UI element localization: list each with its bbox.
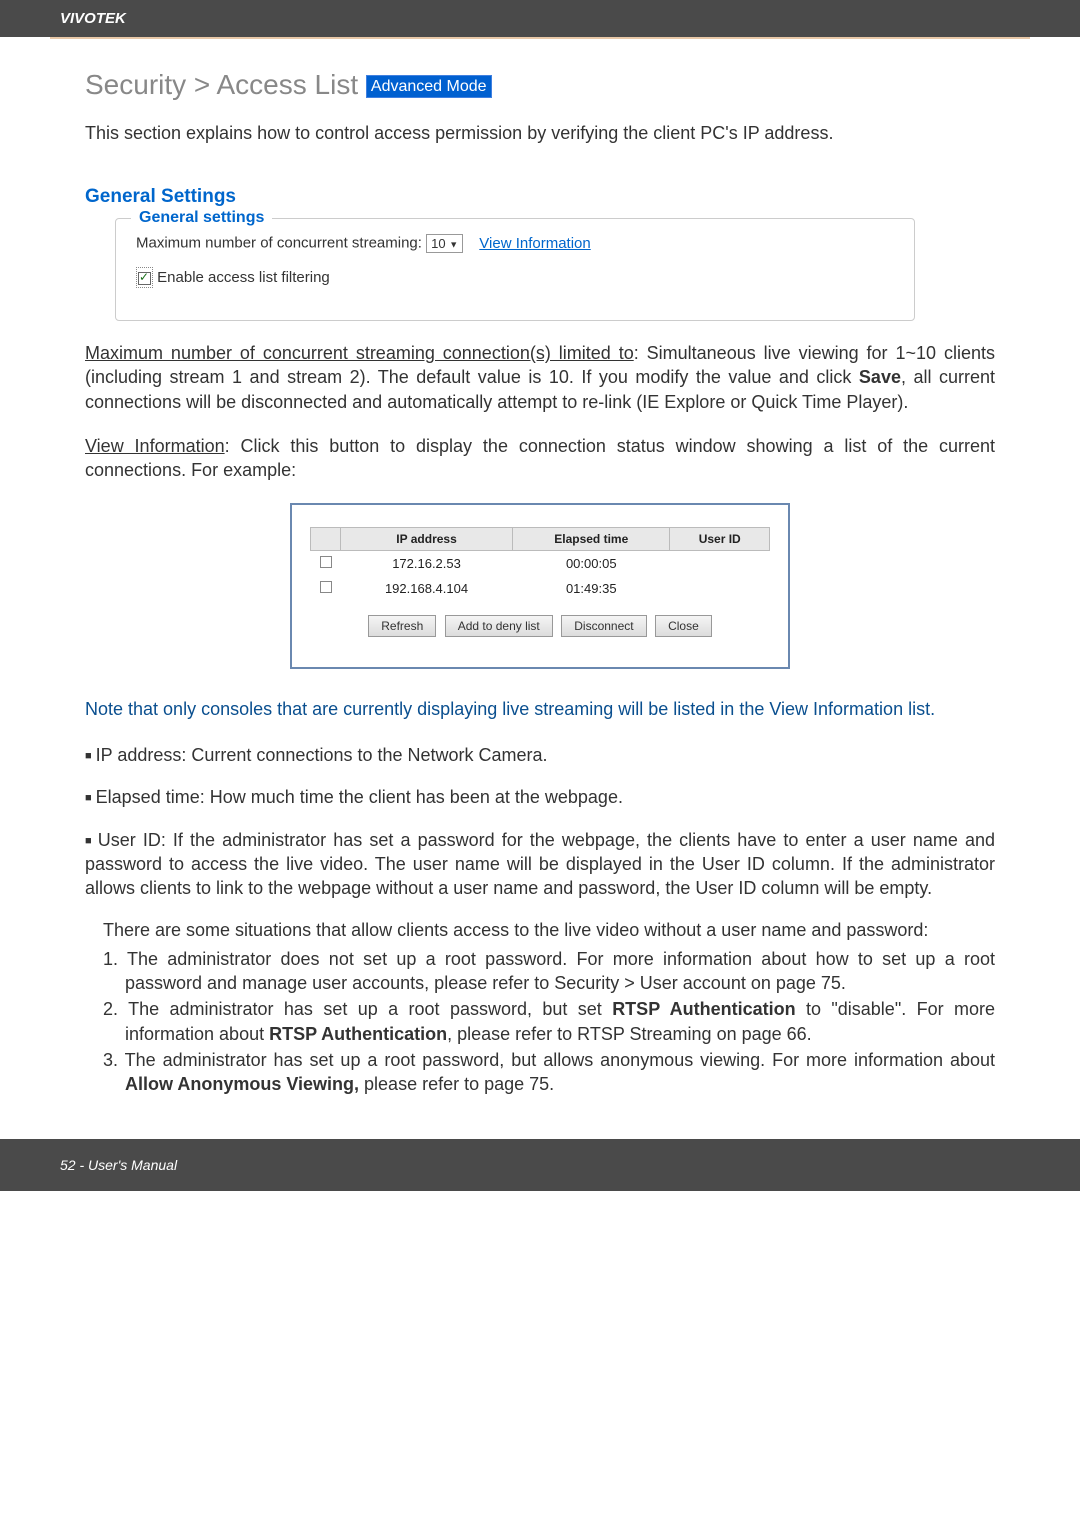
sit3-b: Allow Anonymous Viewing,: [125, 1074, 359, 1094]
general-settings-box: General settings Maximum number of concu…: [115, 218, 915, 321]
square-bullet-icon: ■: [85, 792, 92, 804]
add-deny-button[interactable]: Add to deny list: [445, 615, 553, 637]
header-bar: VIVOTEK: [0, 0, 1080, 37]
view-info-underlined: View Information: [85, 436, 225, 456]
save-word: Save: [859, 367, 901, 387]
general-settings-heading: General Settings: [85, 186, 995, 208]
table-row: 172.16.2.53 00:00:05: [311, 550, 770, 576]
enable-filtering-checkbox-wrap: [136, 267, 153, 288]
note-text: Note that only consoles that are current…: [85, 697, 995, 721]
view-info-paragraph: View Information: Click this button to d…: [85, 434, 995, 483]
cell-user: [670, 550, 770, 576]
bullet-ip: ■ IP address: Current connections to the …: [85, 743, 995, 767]
cell-user: [670, 576, 770, 601]
table-row: 192.168.4.104 01:49:35: [311, 576, 770, 601]
dialog-buttons: Refresh Add to deny list Disconnect Clos…: [310, 615, 770, 637]
row-checkbox[interactable]: [320, 581, 332, 593]
brand: VIVOTEK: [60, 10, 126, 27]
cell-ip: 192.168.4.104: [341, 576, 513, 601]
enable-filtering-checkbox[interactable]: [138, 272, 151, 285]
square-bullet-icon: ■: [85, 750, 92, 762]
col-select: [311, 527, 341, 550]
box-title: General settings: [131, 209, 272, 227]
cell-elapsed: 01:49:35: [513, 576, 670, 601]
situation-3: 3. The administrator has set up a root p…: [85, 1048, 995, 1097]
sit3-a: 3. The administrator has set up a root p…: [103, 1050, 995, 1070]
enable-filtering-label: Enable access list filtering: [157, 269, 330, 286]
col-userid: User ID: [670, 527, 770, 550]
view-information-link[interactable]: View Information: [479, 235, 590, 252]
sit3-c: please refer to page 75.: [359, 1074, 554, 1094]
chevron-down-icon: ▼: [449, 240, 458, 250]
footer-bar: 52 - User's Manual: [0, 1139, 1080, 1191]
close-button[interactable]: Close: [655, 615, 712, 637]
col-elapsed: Elapsed time: [513, 527, 670, 550]
sit2-a: 2. The administrator has set up a root p…: [103, 999, 612, 1019]
advanced-mode-badge: Advanced Mode: [366, 75, 492, 98]
bullet-ip-text: IP address: Current connections to the N…: [96, 745, 548, 765]
situation-2: 2. The administrator has set up a root p…: [85, 997, 995, 1046]
max-streaming-row: Maximum number of concurrent streaming: …: [136, 234, 894, 253]
max-streaming-select[interactable]: 10 ▼: [426, 234, 463, 253]
title-text: Security > Access List: [85, 69, 358, 100]
enable-filtering-row: Enable access list filtering: [136, 267, 894, 288]
footer-text: 52 - User's Manual: [60, 1157, 177, 1173]
max-streaming-value: 10: [431, 236, 445, 251]
col-ip: IP address: [341, 527, 513, 550]
bullet-userid: ■User ID: If the administrator has set a…: [85, 828, 995, 901]
disconnect-button[interactable]: Disconnect: [561, 615, 646, 637]
sit2-b: RTSP Authentication: [612, 999, 795, 1019]
max-conn-paragraph: Maximum number of concurrent streaming c…: [85, 341, 995, 414]
cell-elapsed: 00:00:05: [513, 550, 670, 576]
bullet-elapsed-text: Elapsed time: How much time the client h…: [96, 787, 623, 807]
intro-text: This section explains how to control acc…: [85, 121, 995, 146]
refresh-button[interactable]: Refresh: [368, 615, 436, 637]
content: Security > Access List Advanced Mode Thi…: [0, 39, 1080, 1139]
row-checkbox[interactable]: [320, 556, 332, 568]
bullet-userid-text: User ID: If the administrator has set a …: [85, 830, 995, 899]
sit2-e: , please refer to RTSP Streaming on page…: [447, 1024, 812, 1044]
situation-1: 1. The administrator does not set up a r…: [85, 947, 995, 996]
max-conn-underlined: Maximum number of concurrent streaming c…: [85, 343, 634, 363]
sit2-d: RTSP Authentication: [269, 1024, 447, 1044]
square-bullet-icon: ■: [85, 835, 94, 847]
max-streaming-label: Maximum number of concurrent streaming:: [136, 235, 422, 252]
bullet-elapsed: ■ Elapsed time: How much time the client …: [85, 785, 995, 809]
cell-ip: 172.16.2.53: [341, 550, 513, 576]
situations-lead: There are some situations that allow cli…: [85, 918, 995, 942]
connection-dialog: IP address Elapsed time User ID 172.16.2…: [290, 503, 790, 669]
page-title: Security > Access List Advanced Mode: [85, 69, 995, 101]
connection-table: IP address Elapsed time User ID 172.16.2…: [310, 527, 770, 601]
